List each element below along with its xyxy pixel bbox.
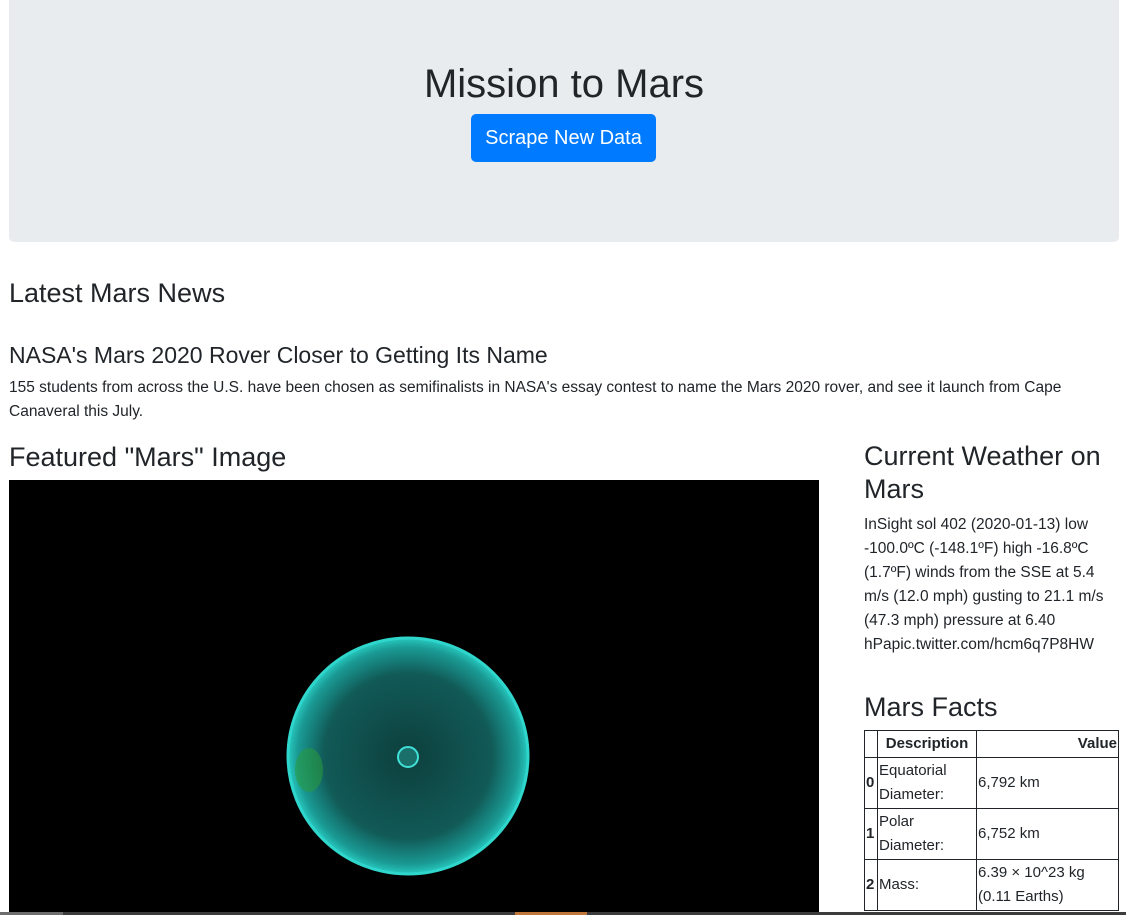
table-row: 1 Polar Diameter: 6,752 km bbox=[864, 808, 1119, 860]
row-value: 6,792 km bbox=[976, 757, 1119, 809]
planet-green-spot bbox=[295, 748, 323, 792]
weather-text: InSight sol 402 (2020-01-13) low -100.0º… bbox=[864, 516, 1104, 653]
row-value: 6.39 × 10^23 kg (0.11 Earths) bbox=[976, 859, 1119, 911]
index-header bbox=[864, 730, 878, 758]
planet-center-ring bbox=[397, 746, 419, 768]
news-article-body: 155 students from across the U.S. have b… bbox=[9, 379, 1062, 420]
news-article-title: NASA's Mars 2020 Rover Closer to Getting… bbox=[9, 342, 548, 368]
value-header: Value bbox=[976, 730, 1119, 758]
table-row: 2 Mass: 6.39 × 10^23 kg (0.11 Earths) bbox=[864, 859, 1119, 911]
row-value: 6,752 km bbox=[976, 808, 1119, 860]
mars-facts-heading: Mars Facts bbox=[864, 692, 998, 722]
jumbotron: Mission to Mars Scrape New Data bbox=[9, 0, 1119, 242]
row-description: Mass: bbox=[877, 859, 977, 911]
scrape-new-data-button[interactable]: Scrape New Data bbox=[471, 114, 656, 162]
description-header: Description bbox=[877, 730, 977, 758]
featured-image-heading: Featured "Mars" Image bbox=[9, 442, 287, 472]
table-row: 0 Equatorial Diameter: 6,792 km bbox=[864, 757, 1119, 809]
row-index: 1 bbox=[864, 808, 878, 860]
row-description: Polar Diameter: bbox=[877, 808, 977, 860]
row-index: 0 bbox=[864, 757, 878, 809]
latest-news-heading: Latest Mars News bbox=[9, 278, 226, 308]
planet-image-graphic bbox=[286, 636, 530, 876]
featured-mars-image bbox=[9, 480, 819, 915]
weather-heading: Current Weather on Mars bbox=[864, 441, 1101, 504]
table-header-row: Description Value bbox=[864, 730, 1119, 758]
row-index: 2 bbox=[864, 859, 878, 911]
row-description: Equatorial Diameter: bbox=[877, 757, 977, 809]
page-title: Mission to Mars bbox=[423, 62, 705, 106]
mars-facts-table: Description Value 0 Equatorial Diameter:… bbox=[864, 730, 1119, 911]
